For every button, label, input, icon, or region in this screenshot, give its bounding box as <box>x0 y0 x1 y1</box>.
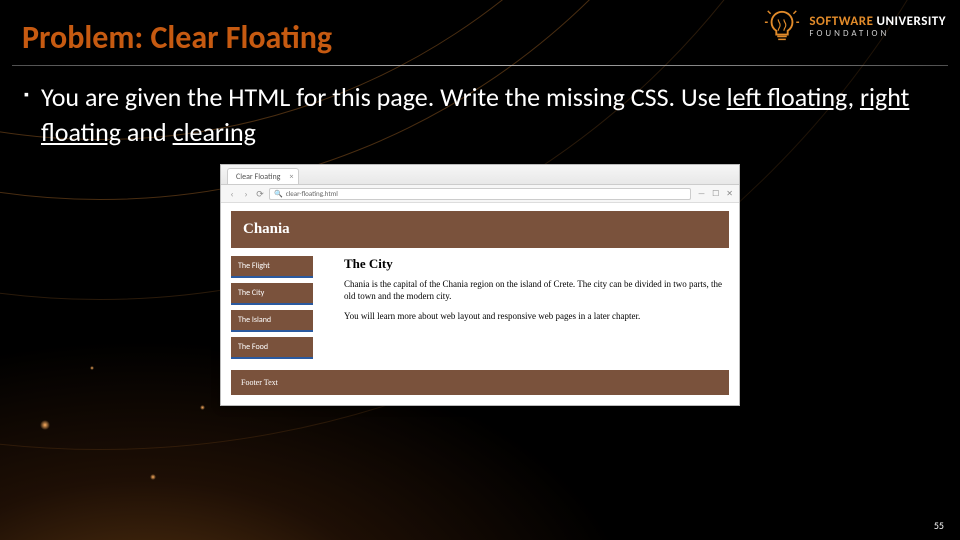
minimize-icon[interactable]: — <box>698 189 705 199</box>
browser-toolbar: ‹ › ⟳ 🔍clear-floating.html — ☐ ✕ <box>221 185 739 203</box>
reload-icon[interactable]: ⟳ <box>255 189 265 199</box>
kw-left-floating: left floating <box>727 81 848 113</box>
page-main: The City Chania is the capital of the Ch… <box>344 256 729 330</box>
page-main-heading: The City <box>344 256 729 272</box>
page-nav: The Flight The City The Island The Food <box>231 256 313 364</box>
browser-screenshot: Clear Floating ‹ › ⟳ 🔍clear-floating.htm… <box>220 164 740 406</box>
rendered-page: Chania The Flight The City The Island Th… <box>221 203 739 405</box>
close-icon[interactable]: ✕ <box>726 189 733 199</box>
bullet-text: You are given the HTML for this page. Wr… <box>41 80 936 150</box>
kw-clearing: clearing <box>173 116 256 148</box>
page-paragraph: You will learn more about web layout and… <box>344 310 729 322</box>
page-header: Chania <box>231 211 729 248</box>
browser-tabstrip: Clear Floating <box>221 165 739 185</box>
maximize-icon[interactable]: ☐ <box>712 189 719 199</box>
slide-number: 55 <box>934 519 944 532</box>
nav-link[interactable]: The City <box>231 283 313 305</box>
nav-link[interactable]: The Flight <box>231 256 313 278</box>
bullet-item: ▪ You are given the HTML for this page. … <box>24 80 936 150</box>
bullet-marker: ▪ <box>24 86 29 150</box>
back-icon[interactable]: ‹ <box>227 189 237 199</box>
forward-icon[interactable]: › <box>241 189 251 199</box>
browser-tab[interactable]: Clear Floating <box>227 168 299 184</box>
page-footer: Footer Text <box>231 370 729 395</box>
nav-link[interactable]: The Food <box>231 337 313 359</box>
address-bar[interactable]: 🔍clear-floating.html <box>269 188 691 200</box>
search-icon: 🔍 <box>274 189 283 198</box>
nav-link[interactable]: The Island <box>231 310 313 332</box>
page-paragraph: Chania is the capital of the Chania regi… <box>344 278 729 302</box>
slide-title: Problem: Clear Floating <box>0 0 960 65</box>
title-rule <box>12 65 948 66</box>
